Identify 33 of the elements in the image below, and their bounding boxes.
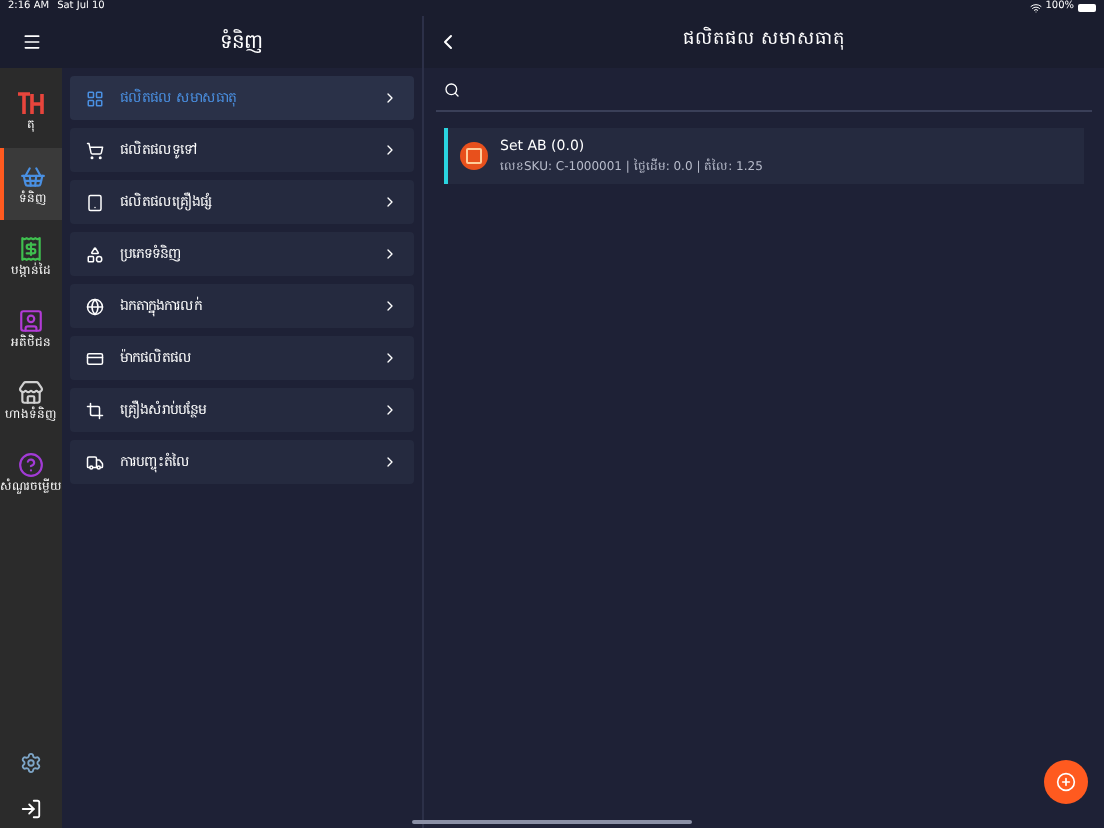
logout-icon[interactable]: [20, 798, 42, 820]
globe-icon: [86, 297, 104, 315]
chevron-right-icon: [382, 142, 398, 158]
chevron-right-icon: [382, 298, 398, 314]
chevron-right-icon: [382, 246, 398, 262]
product-icon: [460, 142, 488, 170]
card-icon: [86, 349, 104, 367]
wifi-icon: [1029, 2, 1042, 14]
chevron-right-icon: [382, 194, 398, 210]
receipt-icon: [18, 235, 44, 261]
store-icon: [18, 379, 44, 405]
grid-icon: [86, 89, 104, 107]
truck-icon: [86, 453, 104, 471]
settings-icon[interactable]: [20, 752, 42, 774]
help-icon: [18, 451, 44, 477]
add-icon: [1056, 772, 1076, 792]
search-icon: [444, 81, 460, 97]
panel-title: ទំនិញ: [218, 27, 266, 57]
shapes-icon: [86, 245, 104, 263]
th-logo-icon: [18, 92, 44, 116]
person-icon: [18, 307, 44, 333]
menu-icon[interactable]: [21, 32, 41, 52]
detail-title: ផលិតផល សមាសធាតុ: [681, 28, 847, 55]
chevron-right-icon: [382, 90, 398, 106]
chevron-right-icon: [382, 402, 398, 418]
add-button[interactable]: [1044, 760, 1088, 804]
tablet-icon: [86, 193, 104, 211]
battery-icon: [1078, 4, 1096, 12]
basket-icon: [20, 163, 46, 189]
chevron-right-icon: [382, 454, 398, 470]
chevron-right-icon: [382, 350, 398, 366]
cart-icon: [86, 141, 104, 159]
crop-icon: [86, 401, 104, 419]
